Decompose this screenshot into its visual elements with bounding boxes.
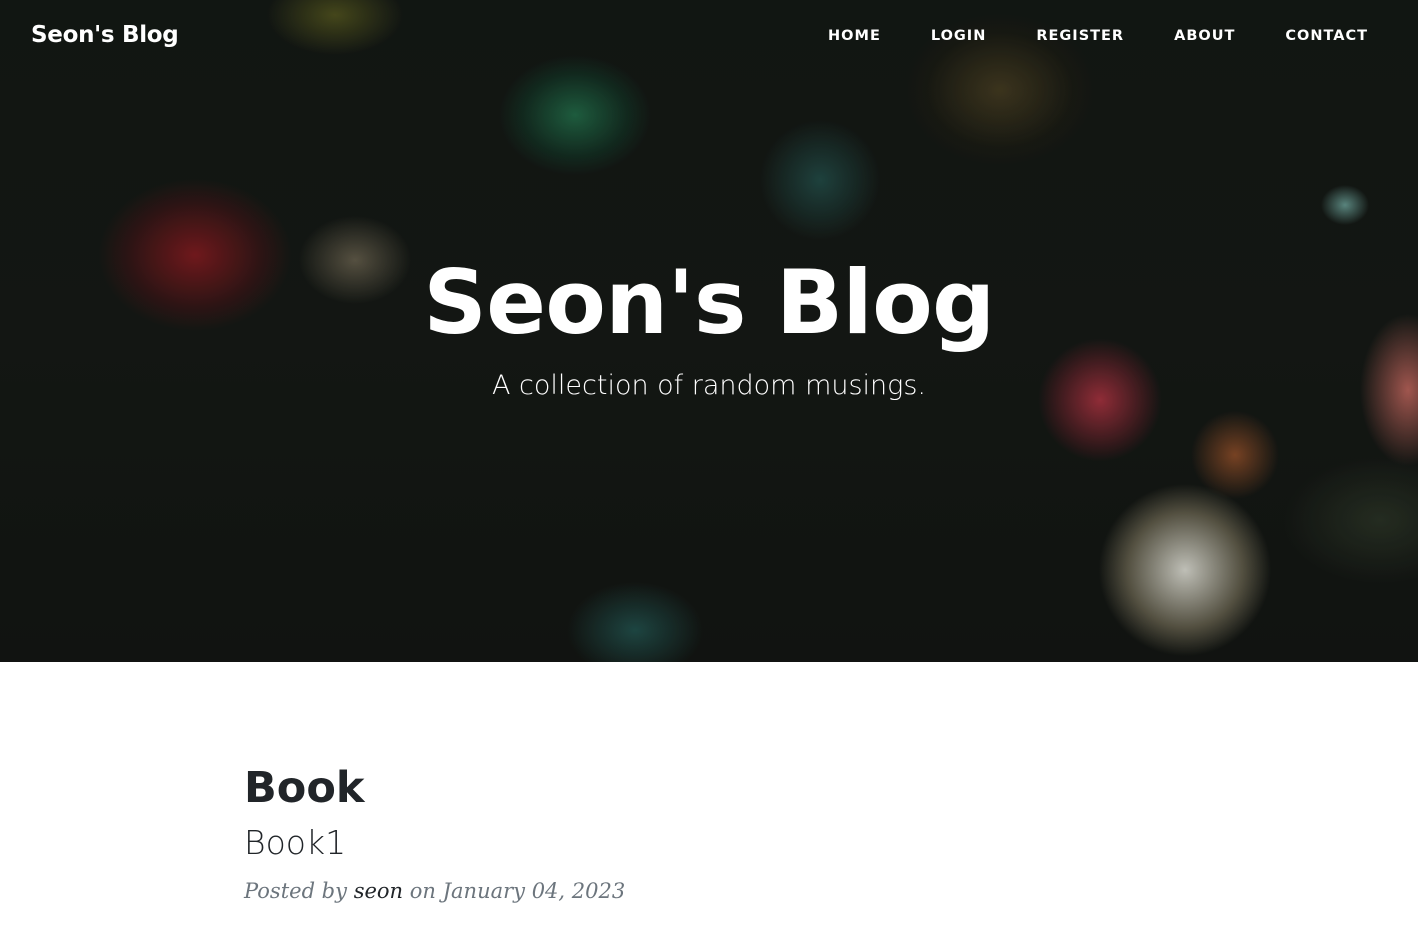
- nav-link-login[interactable]: LOGIN: [931, 28, 986, 44]
- post-meta-prefix: Posted by: [244, 879, 347, 904]
- nav-link-contact[interactable]: CONTACT: [1285, 28, 1368, 44]
- hero-header: Seon's Blog HOME LOGIN REGISTER ABOUT CO…: [0, 0, 1418, 662]
- nav-links: HOME LOGIN REGISTER ABOUT CONTACT: [778, 28, 1368, 44]
- post-meta-on: on: [409, 879, 436, 904]
- post-title[interactable]: Book: [244, 763, 1418, 813]
- hero-title: Seon's Blog: [423, 251, 995, 354]
- nav-link-about[interactable]: ABOUT: [1174, 28, 1235, 44]
- navbar: Seon's Blog HOME LOGIN REGISTER ABOUT CO…: [0, 0, 1418, 76]
- post-subtitle[interactable]: Book1: [244, 823, 1418, 863]
- hero-heading: Seon's Blog A collection of random musin…: [0, 251, 1418, 401]
- post-preview: Book Book1 Posted by seon on January 04,…: [244, 763, 1418, 903]
- post-author-link[interactable]: seon: [354, 879, 403, 903]
- post-list: Book Book1 Posted by seon on January 04,…: [0, 662, 1418, 903]
- post-meta: Posted by seon on January 04, 2023: [244, 879, 1418, 903]
- navbar-brand[interactable]: Seon's Blog: [31, 22, 179, 48]
- nav-link-home[interactable]: HOME: [828, 28, 881, 44]
- nav-link-register[interactable]: REGISTER: [1036, 28, 1124, 44]
- hero-subtitle: A collection of random musings.: [491, 369, 927, 401]
- post-date: January 04, 2023: [442, 879, 626, 904]
